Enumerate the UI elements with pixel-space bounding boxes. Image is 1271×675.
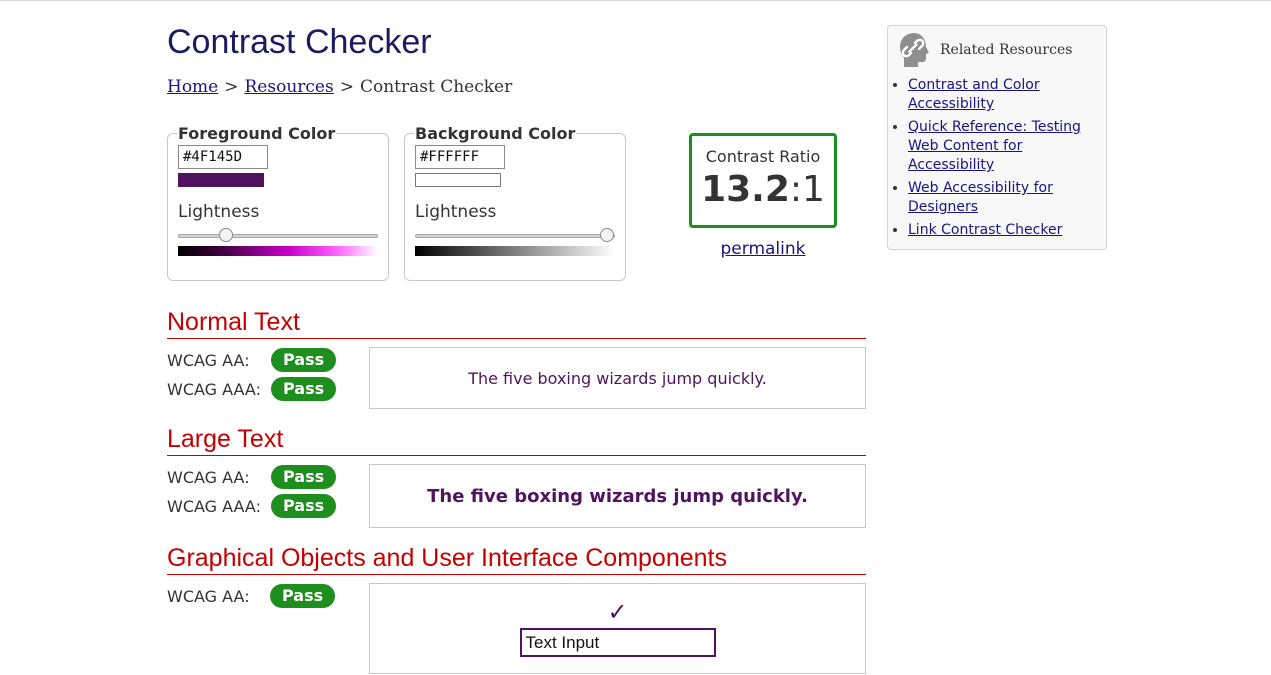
breadcrumb-resources-link[interactable]: Resources [245,77,334,97]
sample-text-input[interactable] [519,628,716,657]
contrast-ratio-box: Contrast Ratio 13.2:1 [689,133,837,228]
normal-aa-row: WCAG AA: Pass [167,347,337,373]
normal-text-sample: The five boxing wizards jump quickly. [369,347,866,409]
breadcrumb-home-link[interactable]: Home [167,77,218,97]
list-item: Quick Reference: Testing Web Content for… [908,118,1098,175]
related-resources-list: Contrast and Color Accessibility Quick R… [888,76,1098,244]
large-aa-row: WCAG AA: Pass [167,464,337,490]
sidebar-header: Related Resources [898,32,1072,68]
background-color-legend: Background Color [415,124,576,143]
graphical-aa-row: WCAG AA: Pass [167,583,336,609]
foreground-lightness-gradient [178,246,378,256]
resource-link-designers[interactable]: Web Accessibility for Designers [908,180,1053,215]
background-slider-thumb[interactable] [600,228,614,242]
link-icon [900,33,929,67]
wcag-aaa-label: WCAG AAA: [167,496,261,516]
pass-badge: Pass [271,494,337,518]
list-item: Web Accessibility for Designers [908,179,1098,217]
pass-badge: Pass [270,584,336,608]
list-item: Link Contrast Checker [908,221,1098,240]
graphical-objects-heading: Graphical Objects and User Interface Com… [167,543,866,575]
foreground-color-swatch [178,173,264,187]
wcag-aa-label: WCAG AA: [167,350,250,370]
large-text-sample: The five boxing wizards jump quickly. [369,464,866,528]
checkmark-icon: ✓ [607,598,628,626]
page-title: Contrast Checker [167,23,432,61]
breadcrumb-separator: > [339,77,354,97]
top-border [0,0,1271,1]
background-hex-input[interactable] [415,145,505,169]
foreground-slider-thumb[interactable] [219,228,233,242]
pass-badge: Pass [271,348,337,372]
background-lightness-label: Lightness [415,202,497,222]
background-slider-track [415,234,615,238]
foreground-lightness-label: Lightness [178,202,260,222]
pass-badge: Pass [271,377,337,401]
sidebar-title: Related Resources [940,42,1073,58]
background-lightness-gradient [415,246,615,256]
contrast-ratio-number: 13.2 [701,169,790,210]
contrast-ratio-suffix: :1 [789,169,825,210]
background-color-panel: Background Color Lightness [404,124,626,281]
large-aaa-row: WCAG AAA: Pass [167,493,337,519]
resource-link-contrast-color[interactable]: Contrast and Color Accessibility [908,77,1040,112]
breadcrumb-current: Contrast Checker [359,77,513,97]
contrast-ratio-label: Contrast Ratio [705,147,821,166]
breadcrumb: Home > Resources > Contrast Checker [167,76,512,98]
wcag-aa-label: WCAG AA: [167,586,250,606]
normal-text-heading: Normal Text [167,307,866,339]
wcag-aaa-label: WCAG AAA: [167,379,261,399]
large-text-heading: Large Text [167,424,866,456]
background-color-swatch [415,173,501,187]
foreground-lightness-slider[interactable] [178,228,378,258]
list-item: Contrast and Color Accessibility [908,76,1098,114]
background-lightness-slider[interactable] [415,228,615,258]
resource-link-link-contrast[interactable]: Link Contrast Checker [908,222,1062,238]
pass-badge: Pass [271,465,337,489]
normal-aaa-row: WCAG AAA: Pass [167,376,337,402]
foreground-color-panel: Foreground Color Lightness [167,124,389,281]
foreground-hex-input[interactable] [178,145,268,169]
foreground-color-legend: Foreground Color [178,124,336,143]
graphical-objects-sample: ✓ [369,583,866,674]
wcag-aa-label: WCAG AA: [167,467,250,487]
foreground-slider-track [178,234,378,238]
permalink-link[interactable]: permalink [689,239,837,259]
contrast-ratio-value: 13.2:1 [692,168,834,212]
breadcrumb-separator: > [224,77,239,97]
related-resources-sidebar: Related Resources Contrast and Color Acc… [887,25,1107,250]
resource-link-quick-reference[interactable]: Quick Reference: Testing Web Content for… [908,119,1081,173]
